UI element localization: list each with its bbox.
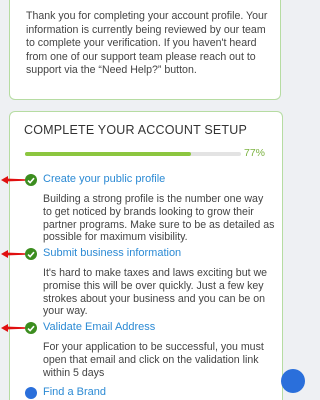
verification-notice: Thank you for completing your account pr… xyxy=(9,0,281,100)
setup-progress-bar xyxy=(25,152,241,156)
dot-circle-icon xyxy=(25,387,37,399)
help-button-icon[interactable] xyxy=(281,369,305,393)
red-arrow-icon xyxy=(1,250,25,258)
setup-progress-percent: 77% xyxy=(244,147,266,159)
step-link-validate-email[interactable]: Validate Email Address xyxy=(43,321,155,333)
setup-title: COMPLETE YOUR ACCOUNT SETUP xyxy=(24,123,248,137)
step-description: For your application to be successful, y… xyxy=(43,341,264,379)
check-circle-icon xyxy=(25,248,37,260)
check-circle-icon xyxy=(25,174,37,186)
step-link-public-profile[interactable]: Create your public profile xyxy=(43,173,165,185)
step-link-business-info[interactable]: Submit business information xyxy=(43,247,181,259)
check-circle-icon xyxy=(25,322,37,334)
step-description: It's hard to make taxes and laws excitin… xyxy=(43,267,268,318)
account-setup-card: COMPLETE YOUR ACCOUNT SETUP 77% Create y… xyxy=(1,111,283,400)
setup-progress-fill xyxy=(25,152,192,156)
step-description: Building a strong profile is the number … xyxy=(43,193,275,244)
red-arrow-icon xyxy=(1,324,25,332)
red-arrow-icon xyxy=(1,176,25,184)
step-link-find-brand[interactable]: Find a Brand xyxy=(43,386,106,398)
notice-text: Thank you for completing your account pr… xyxy=(26,10,268,77)
